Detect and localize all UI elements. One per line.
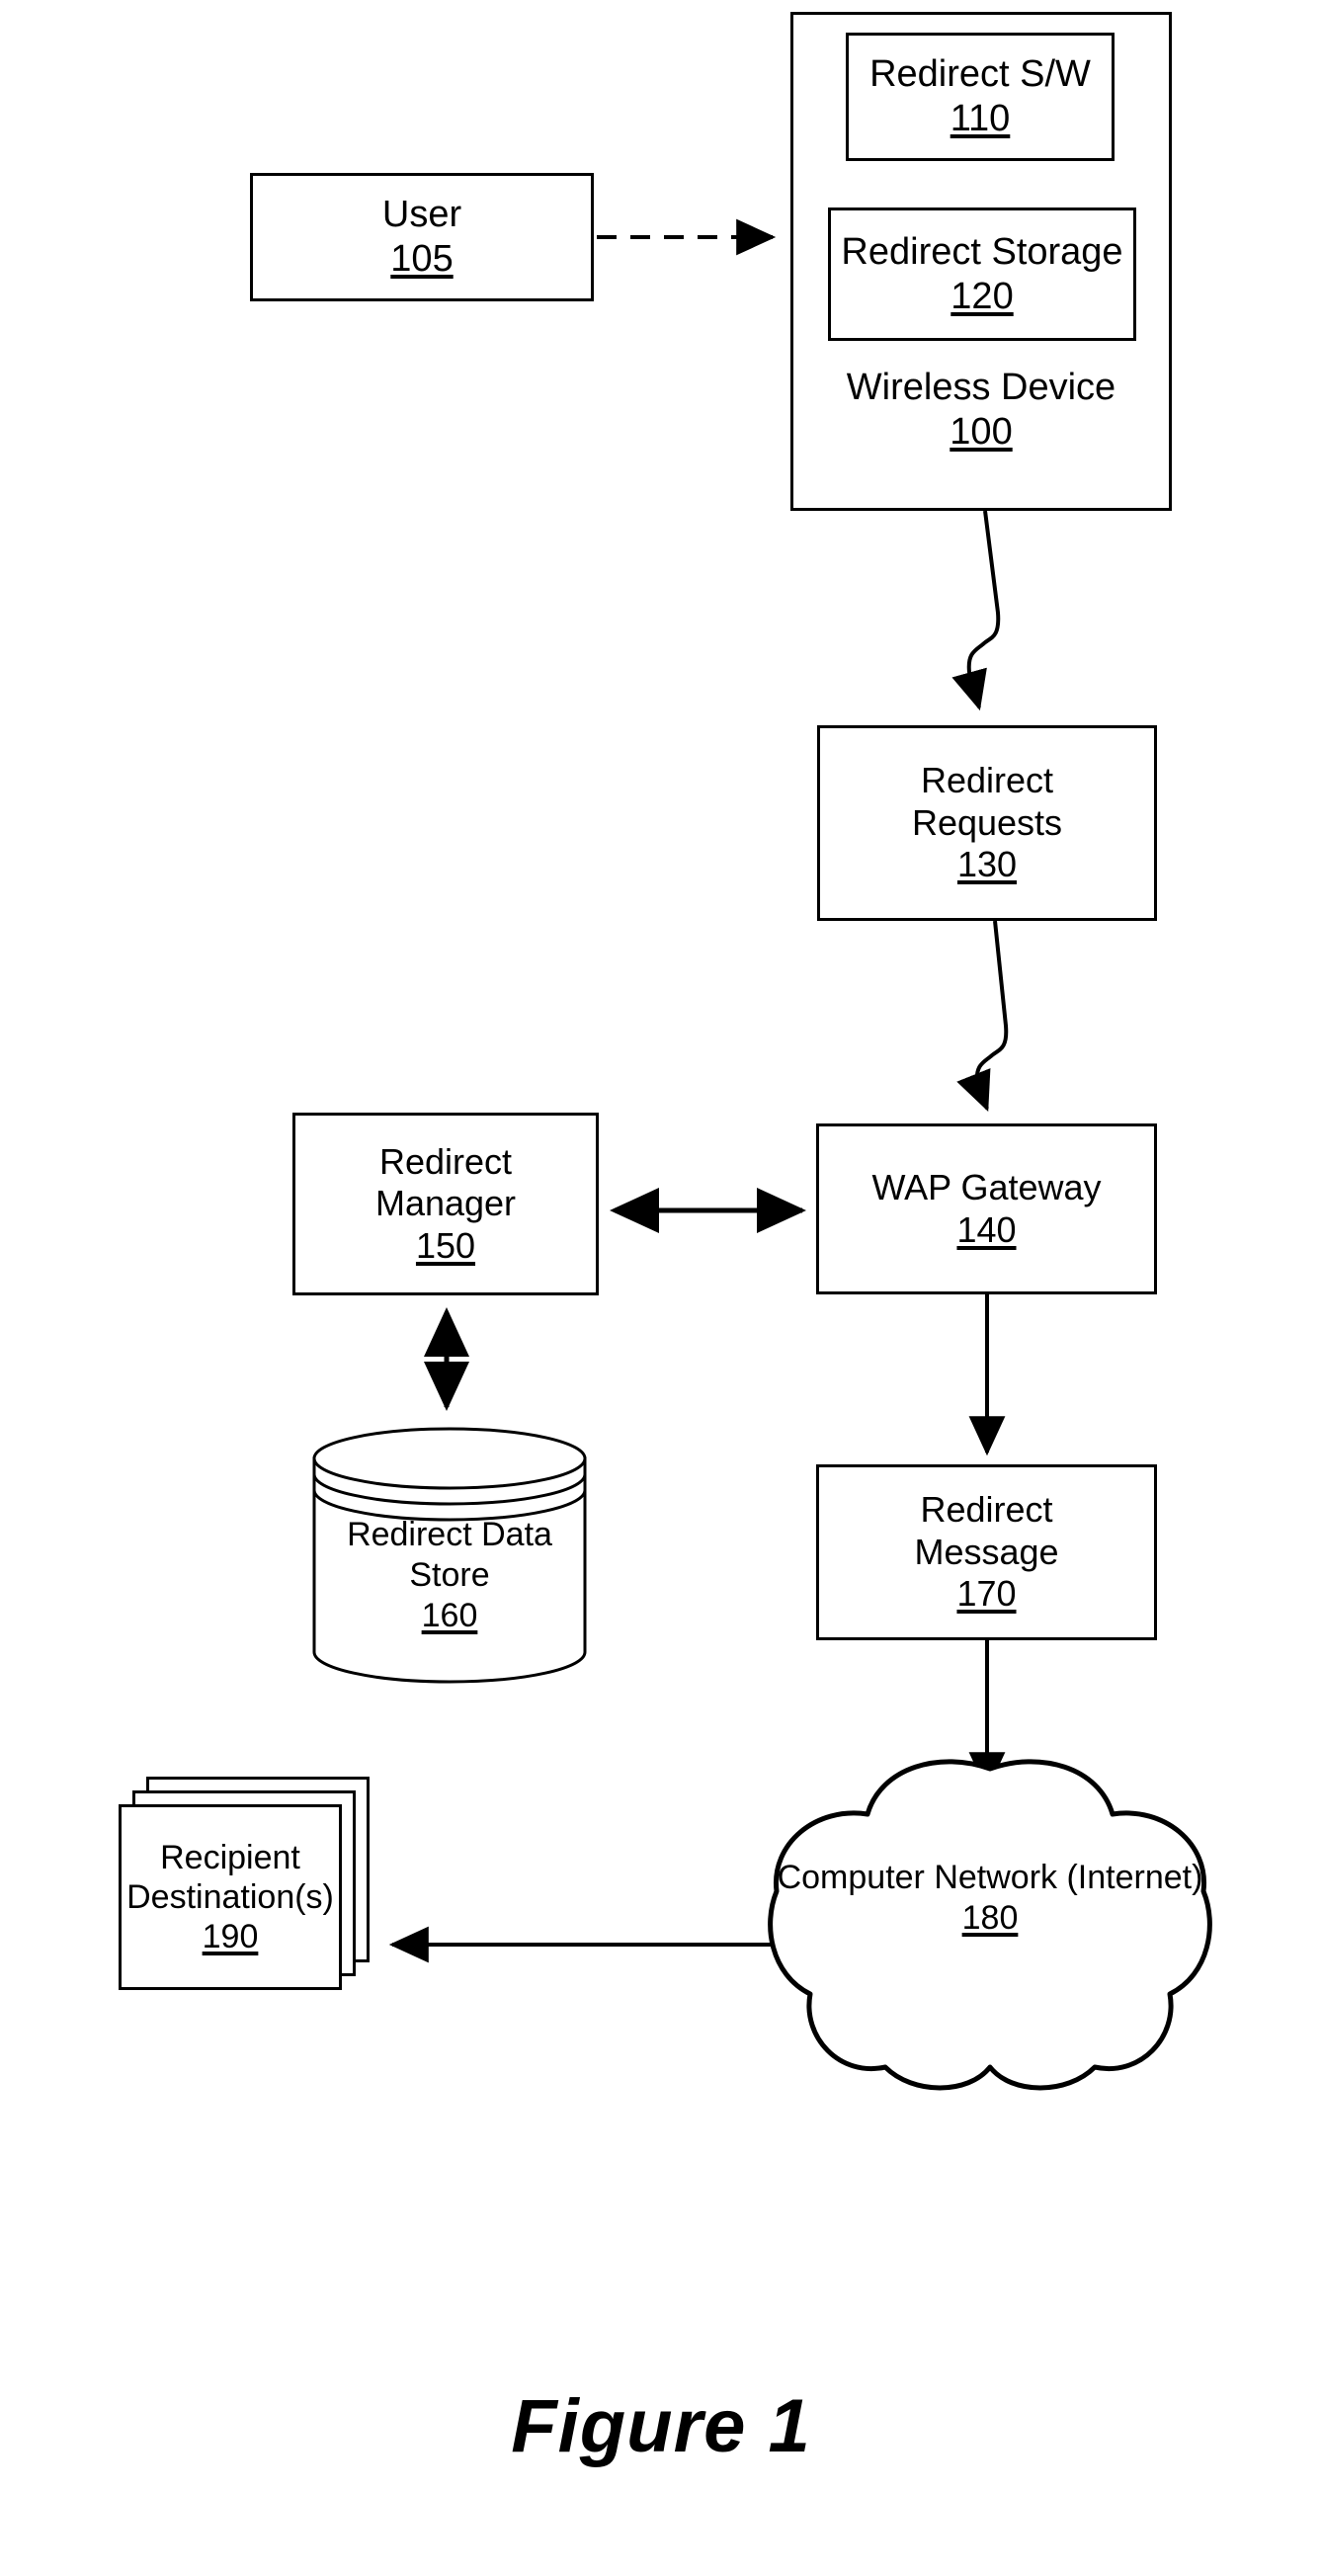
redirect-data-store-label: Redirect Data Store xyxy=(347,1516,552,1594)
computer-network-label: Computer Network (Internet) xyxy=(777,1859,1203,1896)
redirect-manager-refnum: 150 xyxy=(415,1224,476,1266)
wap-gateway-label: WAP Gateway xyxy=(871,1167,1102,1208)
wap-gateway-box: WAP Gateway 140 xyxy=(816,1123,1157,1294)
redirect-data-store-caption: Redirect Data Store 160 xyxy=(306,1515,593,1635)
computer-network-cloud: Computer Network (Internet) 180 xyxy=(753,1741,1227,2097)
wap-gateway-refnum: 140 xyxy=(956,1208,1017,1250)
redirect-software-refnum: 110 xyxy=(950,98,1011,139)
redirect-requests-refnum: 130 xyxy=(956,844,1018,885)
redirect-manager-box: Redirect Manager 150 xyxy=(292,1113,599,1295)
user-box: User 105 xyxy=(250,173,594,301)
figure-caption: Figure 1 xyxy=(511,2384,811,2468)
redirect-requests-box: Redirect Requests 130 xyxy=(817,725,1157,921)
redirect-manager-label: Redirect Manager xyxy=(374,1140,517,1224)
redirect-storage-box: Redirect Storage 120 xyxy=(828,208,1136,341)
redirect-storage-refnum: 120 xyxy=(950,275,1014,317)
redirect-message-label: Redirect Message xyxy=(914,1489,1059,1572)
wireless-device-label: Wireless Device xyxy=(846,367,1116,408)
computer-network-caption: Computer Network (Internet) 180 xyxy=(753,1858,1227,1940)
redirect-message-refnum: 170 xyxy=(956,1573,1017,1615)
wireless-device-box: Redirect S/W 110 Redirect Storage 120 Wi… xyxy=(790,12,1172,511)
redirect-software-label: Redirect S/W xyxy=(869,53,1091,96)
recipient-destinations-refnum: 190 xyxy=(202,1918,259,1956)
redirect-data-store-cylinder: Redirect Data Store 160 xyxy=(306,1413,593,1700)
wireless-device-caption: Wireless Device 100 xyxy=(793,366,1169,455)
computer-network-refnum: 180 xyxy=(961,1899,1019,1938)
redirect-software-box: Redirect S/W 110 xyxy=(846,33,1115,161)
recipient-destinations-stack: Recipient Destination(s) 190 xyxy=(119,1777,375,2004)
redirect-storage-label: Redirect Storage xyxy=(841,230,1123,273)
wireless-device-refnum: 100 xyxy=(950,410,1013,453)
user-label: User xyxy=(381,194,462,236)
connector-wireless-device-to-redirect-requests xyxy=(951,510,1001,711)
user-refnum: 105 xyxy=(390,238,454,280)
redirect-data-store-refnum: 160 xyxy=(421,1596,478,1634)
redirect-message-box: Redirect Message 170 xyxy=(816,1464,1157,1640)
recipient-destinations-label: Recipient Destination(s) xyxy=(126,1838,334,1916)
recipient-destination-card-front: Recipient Destination(s) 190 xyxy=(119,1804,342,1990)
redirect-requests-label: Redirect Requests xyxy=(911,760,1063,843)
connector-redirect-requests-to-wap-gateway xyxy=(956,920,1009,1112)
patent-figure-page: Redirect S/W 110 Redirect Storage 120 Wi… xyxy=(0,0,1322,2576)
